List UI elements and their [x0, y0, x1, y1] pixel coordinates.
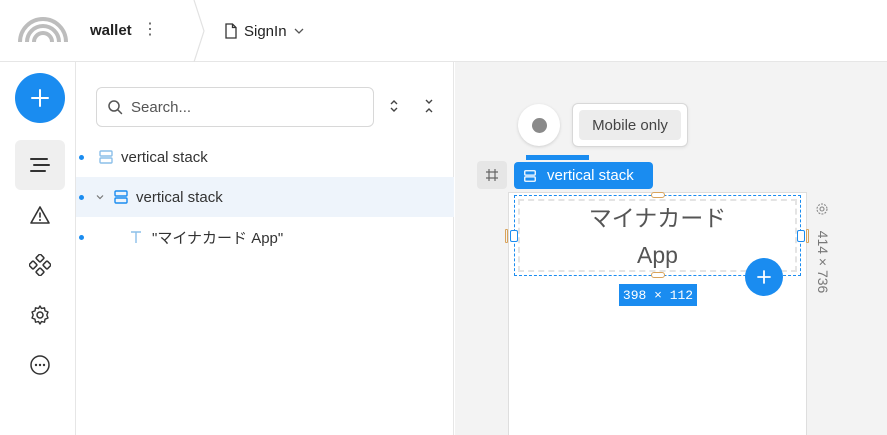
- device-size-indicator[interactable]: 414 × 736: [813, 200, 833, 300]
- components-icon: [29, 254, 51, 276]
- status-dot: [79, 154, 84, 160]
- right-resize-handle[interactable]: [797, 230, 805, 242]
- visibility-popover: Mobile only: [572, 103, 688, 147]
- layer-row-text[interactable]: "マイナカード App": [76, 217, 454, 257]
- layer-label: vertical stack: [121, 148, 208, 166]
- rail-warnings-button[interactable]: [15, 190, 65, 240]
- rail-settings-button[interactable]: [15, 290, 65, 340]
- top-bar: wallet ⋮ SignIn: [0, 0, 887, 62]
- rail-components-button[interactable]: [15, 240, 65, 290]
- page-selector[interactable]: SignIn: [224, 20, 305, 42]
- page-name: SignIn: [244, 22, 287, 40]
- search-icon: [108, 100, 123, 115]
- collapse-all-icon[interactable]: [421, 98, 437, 114]
- status-dot: [79, 194, 84, 200]
- left-margin-marker: [505, 229, 508, 243]
- rainbow-logo-icon: [18, 17, 68, 43]
- project-menu-button[interactable]: ⋮: [142, 21, 158, 39]
- top-resize-handle[interactable]: [651, 192, 665, 198]
- text-icon: [131, 231, 141, 243]
- stack-icon: [524, 169, 536, 182]
- chevron-down-icon: [294, 28, 304, 34]
- status-dot: [79, 234, 84, 240]
- add-child-button[interactable]: [745, 258, 783, 296]
- stack-icon: [99, 150, 113, 164]
- design-canvas[interactable]: Mobile only vertical stack マイナカード App 39…: [455, 62, 887, 435]
- warning-icon: [30, 206, 50, 224]
- device-size-label: 414 × 736: [815, 230, 831, 294]
- left-rail: [0, 62, 76, 435]
- more-circle-icon: [30, 355, 50, 375]
- add-element-button[interactable]: [15, 73, 65, 123]
- layer-search: [96, 87, 374, 127]
- crop-icon: [486, 169, 498, 181]
- selection-indicator: [526, 155, 589, 160]
- right-margin-marker: [806, 229, 809, 243]
- selection-chip[interactable]: vertical stack: [514, 162, 653, 189]
- file-icon: [225, 23, 237, 39]
- expand-all-icon[interactable]: [386, 98, 402, 114]
- project-name[interactable]: wallet: [90, 22, 132, 39]
- layer-row-vertical-stack-selected[interactable]: vertical stack: [76, 177, 454, 217]
- rail-more-button[interactable]: [15, 340, 65, 390]
- record-dot-icon: [531, 117, 547, 133]
- selection-label: vertical stack: [547, 167, 634, 184]
- layers-list-icon: [30, 158, 50, 172]
- layer-label: vertical stack: [136, 188, 223, 206]
- bottom-resize-handle[interactable]: [651, 272, 665, 278]
- layer-row-vertical-stack[interactable]: vertical stack: [76, 137, 454, 177]
- breadcrumb-divider: [193, 0, 205, 62]
- mobile-only-option[interactable]: Mobile only: [579, 110, 681, 140]
- rail-layers-button[interactable]: [15, 140, 65, 190]
- plus-icon: [757, 270, 771, 284]
- gear-icon: [31, 305, 49, 325]
- layer-label: "マイナカード App": [152, 229, 284, 247]
- frame-icon[interactable]: [477, 161, 507, 189]
- chevron-down-icon[interactable]: [94, 191, 106, 203]
- layers-panel: vertical stack vertical stack "マイナカード Ap…: [76, 62, 454, 435]
- plus-icon: [31, 89, 49, 107]
- gear-icon: [816, 203, 828, 215]
- app-window: wallet ⋮ SignIn Search... vertical stack…: [0, 0, 887, 435]
- stack-icon: [114, 190, 128, 204]
- search-input[interactable]: [131, 98, 361, 116]
- left-resize-handle[interactable]: [510, 230, 518, 242]
- visibility-toggle[interactable]: [518, 104, 560, 146]
- selection-size-badge: 398 × 112: [619, 284, 697, 306]
- text-line-1: マイナカード: [588, 205, 727, 231]
